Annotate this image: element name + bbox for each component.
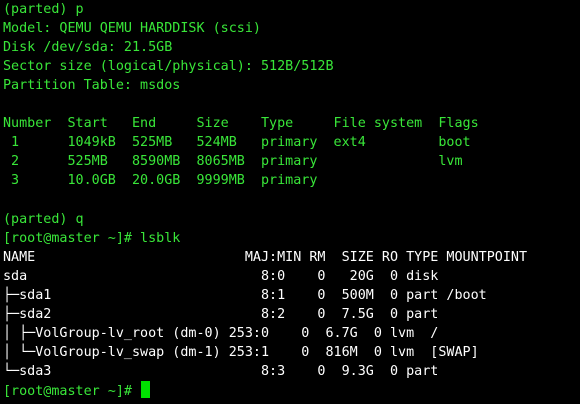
disk-model-line: Model: QEMU QEMU HARDDISK (scsi) [3, 21, 261, 37]
partition-row-1: 1 1049kB 525MB 524MB primary ext4 boot [3, 135, 471, 151]
parted-quit-command: (parted) q [3, 211, 84, 227]
lsblk-command: [root@master ~]# lsblk [3, 230, 181, 246]
lsblk-row-sda: sda 8:0 0 20G 0 disk [3, 268, 439, 284]
lsblk-row-sda3: └─sda3 8:3 0 9.3G 0 part [3, 363, 439, 379]
partition-table-header: Number Start End Size Type File system F… [3, 116, 479, 132]
shell-prompt-line[interactable]: [root@master ~]# [3, 380, 580, 400]
disk-size-line: Disk /dev/sda: 21.5GB [3, 40, 173, 56]
lsblk-row-lv-swap: │ └─VolGroup-lv_swap (dm-1) 253:1 0 816M… [3, 344, 479, 360]
partition-row-2: 2 525MB 8590MB 8065MB primary lvm [3, 154, 463, 170]
lsblk-header: NAME MAJ:MIN RM SIZE RO TYPE MOUNTPOINT [3, 249, 528, 265]
lsblk-row-sda2: ├─sda2 8:2 0 7.5G 0 part [3, 306, 439, 322]
partition-table-line: Partition Table: msdos [3, 78, 181, 94]
terminal-cursor[interactable] [141, 380, 151, 398]
sector-size-line: Sector size (logical/physical): 512B/512… [3, 59, 334, 75]
lsblk-row-lv-root: │ ├─VolGroup-lv_root (dm-0) 253:0 0 6.7G… [3, 325, 439, 341]
partition-row-3: 3 10.0GB 20.0GB 9999MB primary [3, 173, 318, 189]
terminal-window[interactable]: (parted) p Model: QEMU QEMU HARDDISK (sc… [0, 0, 580, 404]
parted-print-command: (parted) p [3, 2, 84, 17]
lsblk-row-sda1: ├─sda1 8:1 0 500M 0 part /boot [3, 287, 487, 303]
shell-prompt: [root@master ~]# [3, 383, 141, 399]
